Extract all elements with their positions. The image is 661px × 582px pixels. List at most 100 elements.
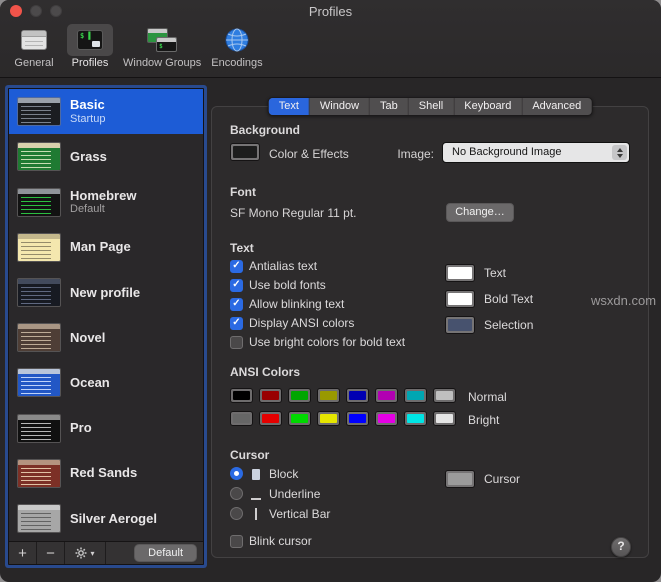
text-checkbox-list: Antialias text Use bold fonts Allow blinki… <box>230 259 405 349</box>
profile-row-man-page[interactable]: Man Page <box>9 225 203 270</box>
color-well-label: Bold Text <box>484 292 533 306</box>
cursor-option-block[interactable]: Block <box>230 467 330 480</box>
profile-name: Pro <box>70 420 92 436</box>
ansi-color-swatch[interactable] <box>433 411 456 426</box>
checkbox-box[interactable] <box>230 535 243 548</box>
profile-row-new-profile[interactable]: New profile <box>9 270 203 315</box>
profile-thumbnail <box>17 323 61 352</box>
toolbar-item-general[interactable]: General <box>6 24 62 69</box>
selection-color-well[interactable] <box>445 316 475 334</box>
window-title: Profiles <box>0 0 661 23</box>
ansi-color-swatch[interactable] <box>404 411 427 426</box>
tab-shell[interactable]: Shell <box>409 98 454 115</box>
color-well-label: Selection <box>484 318 533 332</box>
checkbox-label: Antialias text <box>249 259 317 273</box>
minimize-button[interactable] <box>30 5 42 17</box>
checkbox-allow-blinking-text[interactable]: Allow blinking text <box>230 297 405 311</box>
general-window-icon <box>11 24 57 56</box>
checkbox-box[interactable] <box>230 279 243 292</box>
profile-text: New profile <box>70 285 140 301</box>
ansi-color-swatch[interactable] <box>230 388 253 403</box>
ansi-color-swatch[interactable] <box>346 388 369 403</box>
ansi-color-swatch[interactable] <box>288 388 311 403</box>
profile-text: Red Sands <box>70 465 137 481</box>
toolbar-item-profiles[interactable]: $ ▌ Profiles <box>62 24 118 69</box>
ansi-bright-row <box>230 411 456 426</box>
profile-row-novel[interactable]: Novel <box>9 315 203 360</box>
ansi-normal-label: Normal <box>468 390 507 404</box>
add-profile-button[interactable]: + <box>9 543 36 564</box>
toolbar-item-window-groups[interactable]: $ Window Groups <box>118 24 206 69</box>
traffic-lights <box>10 5 62 17</box>
profile-actions-menu[interactable]: ▾ <box>65 547 105 559</box>
radio-label: Underline <box>269 487 320 501</box>
profile-thumbnail <box>17 278 61 307</box>
cursor-option-vertical-bar[interactable]: Vertical Bar <box>230 507 330 520</box>
ansi-color-swatch[interactable] <box>259 411 282 426</box>
radio-button[interactable] <box>230 467 243 480</box>
profile-row-basic[interactable]: BasicStartup <box>9 89 203 134</box>
profile-subtitle: Default <box>70 203 136 216</box>
checkbox-box[interactable] <box>230 317 243 330</box>
background-color-well[interactable] <box>230 143 260 161</box>
cursor-options: Block Underline Vertical Bar <box>230 467 330 520</box>
cursor-option-underline[interactable]: Underline <box>230 487 330 500</box>
profile-row-homebrew[interactable]: HomebrewDefault <box>9 179 203 224</box>
help-button[interactable]: ? <box>611 537 631 557</box>
profile-row-silver-aerogel[interactable]: Silver Aerogel <box>9 496 203 541</box>
zoom-button[interactable] <box>50 5 62 17</box>
close-button[interactable] <box>10 5 22 17</box>
checkbox-display-ansi-colors[interactable]: Display ANSI colors <box>230 316 405 330</box>
titlebar[interactable]: Profiles <box>0 0 661 22</box>
checkbox-box[interactable] <box>230 298 243 311</box>
checkbox-label: Display ANSI colors <box>249 316 354 330</box>
tab-keyboard[interactable]: Keyboard <box>454 98 522 115</box>
ansi-color-swatch[interactable] <box>317 411 340 426</box>
ansi-color-swatch[interactable] <box>404 388 427 403</box>
checkbox-box[interactable] <box>230 336 243 349</box>
profile-row-grass[interactable]: Grass <box>9 134 203 179</box>
blink-cursor-checkbox[interactable]: Blink cursor <box>230 534 312 548</box>
profile-text: Ocean <box>70 375 110 391</box>
checkbox-use-bold-fonts[interactable]: Use bold fonts <box>230 278 405 292</box>
ansi-color-swatch[interactable] <box>375 411 398 426</box>
radio-button[interactable] <box>230 507 243 520</box>
default-button[interactable]: Default <box>134 544 197 562</box>
radio-button[interactable] <box>230 487 243 500</box>
background-image-value: No Background Image <box>452 143 561 162</box>
profile-row-pro[interactable]: Pro <box>9 405 203 450</box>
ansi-color-swatch[interactable] <box>230 411 253 426</box>
tab-window[interactable]: Window <box>310 98 370 115</box>
checkbox-label: Blink cursor <box>249 534 312 548</box>
bold-text-color-well[interactable] <box>445 290 475 308</box>
ansi-color-swatch[interactable] <box>346 411 369 426</box>
cursor-color-well[interactable] <box>445 470 475 488</box>
tab-tab[interactable]: Tab <box>370 98 409 115</box>
change-font-button[interactable]: Change… <box>446 203 514 222</box>
profile-thumbnail <box>17 188 61 217</box>
background-heading: Background <box>230 123 300 137</box>
checkbox-box[interactable] <box>230 260 243 273</box>
profile-row-red-sands[interactable]: Red Sands <box>9 451 203 496</box>
ansi-color-swatch[interactable] <box>433 388 456 403</box>
cursor-color-well-inner <box>448 473 472 485</box>
text-heading: Text <box>230 241 254 255</box>
cursor-heading: Cursor <box>230 448 269 462</box>
profile-row-ocean[interactable]: Ocean <box>9 360 203 405</box>
tab-advanced[interactable]: Advanced <box>522 98 591 115</box>
checkbox-antialias-text[interactable]: Antialias text <box>230 259 405 273</box>
ansi-color-swatch[interactable] <box>375 388 398 403</box>
ansi-color-swatch[interactable] <box>288 411 311 426</box>
settings-panel: TextWindowTabShellKeyboardAdvanced Backg… <box>211 106 649 558</box>
profile-name: Basic <box>70 97 105 113</box>
background-image-dropdown[interactable]: No Background Image <box>442 142 630 163</box>
tab-text[interactable]: Text <box>269 98 310 115</box>
remove-profile-button[interactable]: − <box>37 543 64 564</box>
cursor-underline-icon <box>250 488 262 500</box>
checkbox-use-bright-colors-for-bold-text[interactable]: Use bright colors for bold text <box>230 335 405 349</box>
ansi-color-swatch[interactable] <box>317 388 340 403</box>
ansi-color-swatch[interactable] <box>259 388 282 403</box>
toolbar-item-encodings[interactable]: Encodings <box>206 24 267 69</box>
radio-label: Block <box>269 467 298 481</box>
text-color-well[interactable] <box>445 264 475 282</box>
